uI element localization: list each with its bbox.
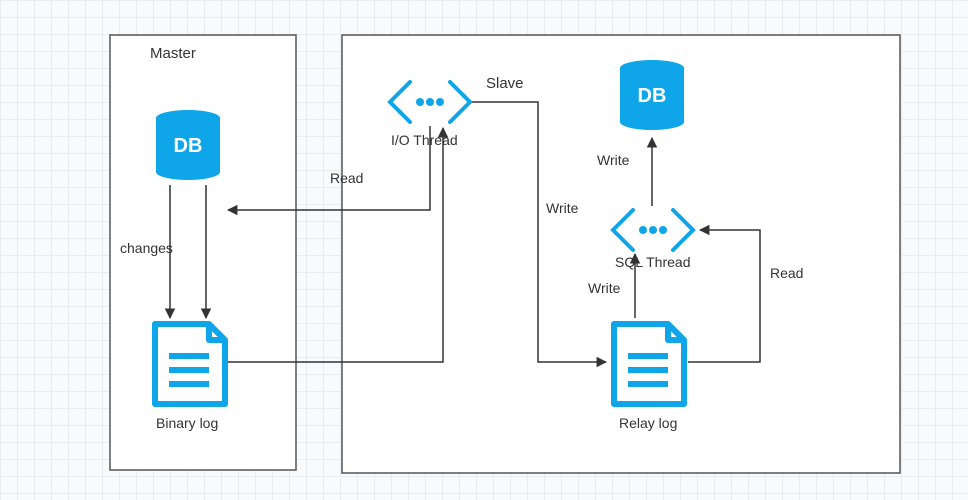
- relay-log-label: Relay log: [619, 415, 677, 431]
- slave-title: Slave: [486, 75, 524, 92]
- write-db-label: Write: [597, 152, 629, 168]
- binary-log-icon: [155, 324, 225, 404]
- read-master-label: Read: [330, 170, 363, 186]
- changes-label: changes: [120, 240, 173, 256]
- read-relay-label: Read: [770, 265, 803, 281]
- relay-log-icon: [614, 324, 684, 404]
- io-thread-label: I/O Thread: [391, 132, 458, 148]
- master-db-label: DB: [174, 135, 203, 157]
- write-sql-label: Write: [588, 280, 620, 296]
- sql-thread-label: SQL Thread: [615, 254, 691, 270]
- master-db-icon: DB: [156, 110, 220, 180]
- master-title: Master: [150, 45, 196, 62]
- slave-db-icon: DB: [620, 60, 684, 130]
- write-relay-label: Write: [546, 200, 578, 216]
- binary-log-label: Binary log: [156, 415, 218, 431]
- slave-db-label: DB: [638, 85, 667, 107]
